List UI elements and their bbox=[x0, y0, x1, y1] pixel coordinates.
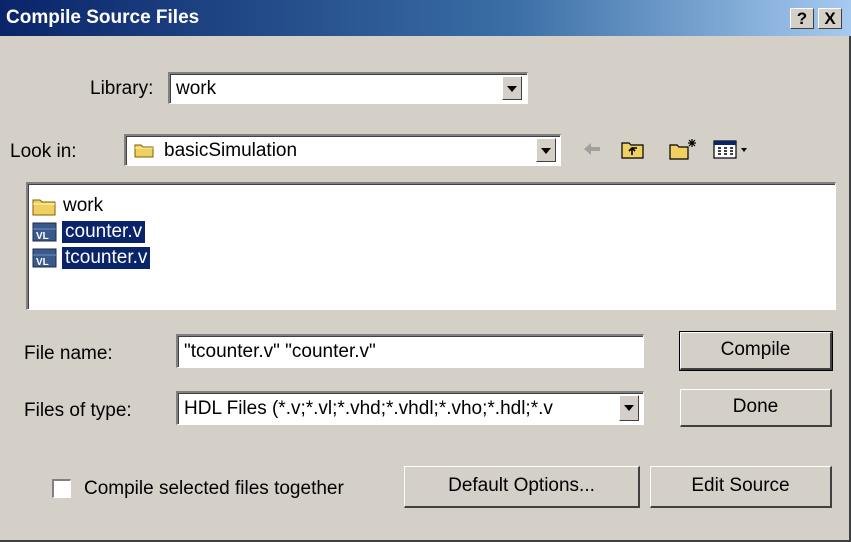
svg-text:VL: VL bbox=[36, 257, 49, 268]
filetype-combo[interactable]: HDL Files (*.v;*.vl;*.vhd;*.vhdl;*.vho;*… bbox=[176, 391, 644, 425]
file-name: tcounter.v bbox=[62, 247, 151, 269]
compile-dialog: Compile Source Files ? X Library: work L… bbox=[0, 0, 851, 542]
compile-together-checkbox[interactable] bbox=[52, 479, 71, 498]
file-name: counter.v bbox=[62, 221, 146, 243]
folder-icon bbox=[134, 144, 154, 158]
library-label: Library: bbox=[90, 78, 154, 99]
compile-button[interactable]: Compile bbox=[679, 331, 833, 371]
folder-icon bbox=[32, 199, 56, 216]
verilog-file-icon: VL bbox=[32, 222, 57, 242]
compile-together-label[interactable]: Compile selected files together bbox=[84, 478, 344, 500]
back-arrow-icon[interactable] bbox=[580, 137, 604, 161]
svg-text:VL: VL bbox=[36, 231, 49, 242]
edit-source-button[interactable]: Edit Source bbox=[650, 466, 832, 508]
window-title: Compile Source Files bbox=[6, 7, 200, 28]
library-combo[interactable]: work bbox=[168, 72, 528, 104]
library-dropdown-arrow[interactable] bbox=[502, 76, 522, 100]
filetype-dropdown-arrow[interactable] bbox=[619, 395, 639, 421]
filetype-value: HDL Files (*.v;*.vl;*.vhd;*.vhdl;*.vho;*… bbox=[184, 398, 553, 419]
done-button[interactable]: Done bbox=[680, 389, 832, 427]
close-button[interactable]: X bbox=[818, 8, 842, 29]
lookin-dropdown-arrow[interactable] bbox=[536, 138, 556, 162]
new-folder-icon[interactable] bbox=[668, 137, 698, 161]
default-options-button[interactable]: Default Options... bbox=[404, 466, 640, 508]
file-list[interactable]: work VL counter.v VL tcounter.v bbox=[26, 182, 836, 310]
view-menu-icon[interactable] bbox=[712, 137, 752, 161]
file-name: work bbox=[63, 195, 104, 216]
title-bar[interactable]: Compile Source Files ? X bbox=[0, 0, 851, 36]
help-button[interactable]: ? bbox=[790, 8, 814, 29]
lookin-value: basicSimulation bbox=[164, 140, 298, 161]
library-value: work bbox=[176, 78, 217, 99]
verilog-file-icon: VL bbox=[32, 248, 57, 268]
up-folder-icon[interactable] bbox=[620, 137, 646, 161]
filename-value: "tcounter.v" "counter.v" bbox=[184, 341, 376, 362]
filetype-label: Files of type: bbox=[24, 400, 132, 421]
filename-input[interactable]: "tcounter.v" "counter.v" bbox=[176, 334, 644, 368]
lookin-combo[interactable]: basicSimulation bbox=[124, 134, 561, 166]
filename-label: File name: bbox=[24, 343, 113, 364]
lookin-label: Look in: bbox=[10, 141, 77, 162]
